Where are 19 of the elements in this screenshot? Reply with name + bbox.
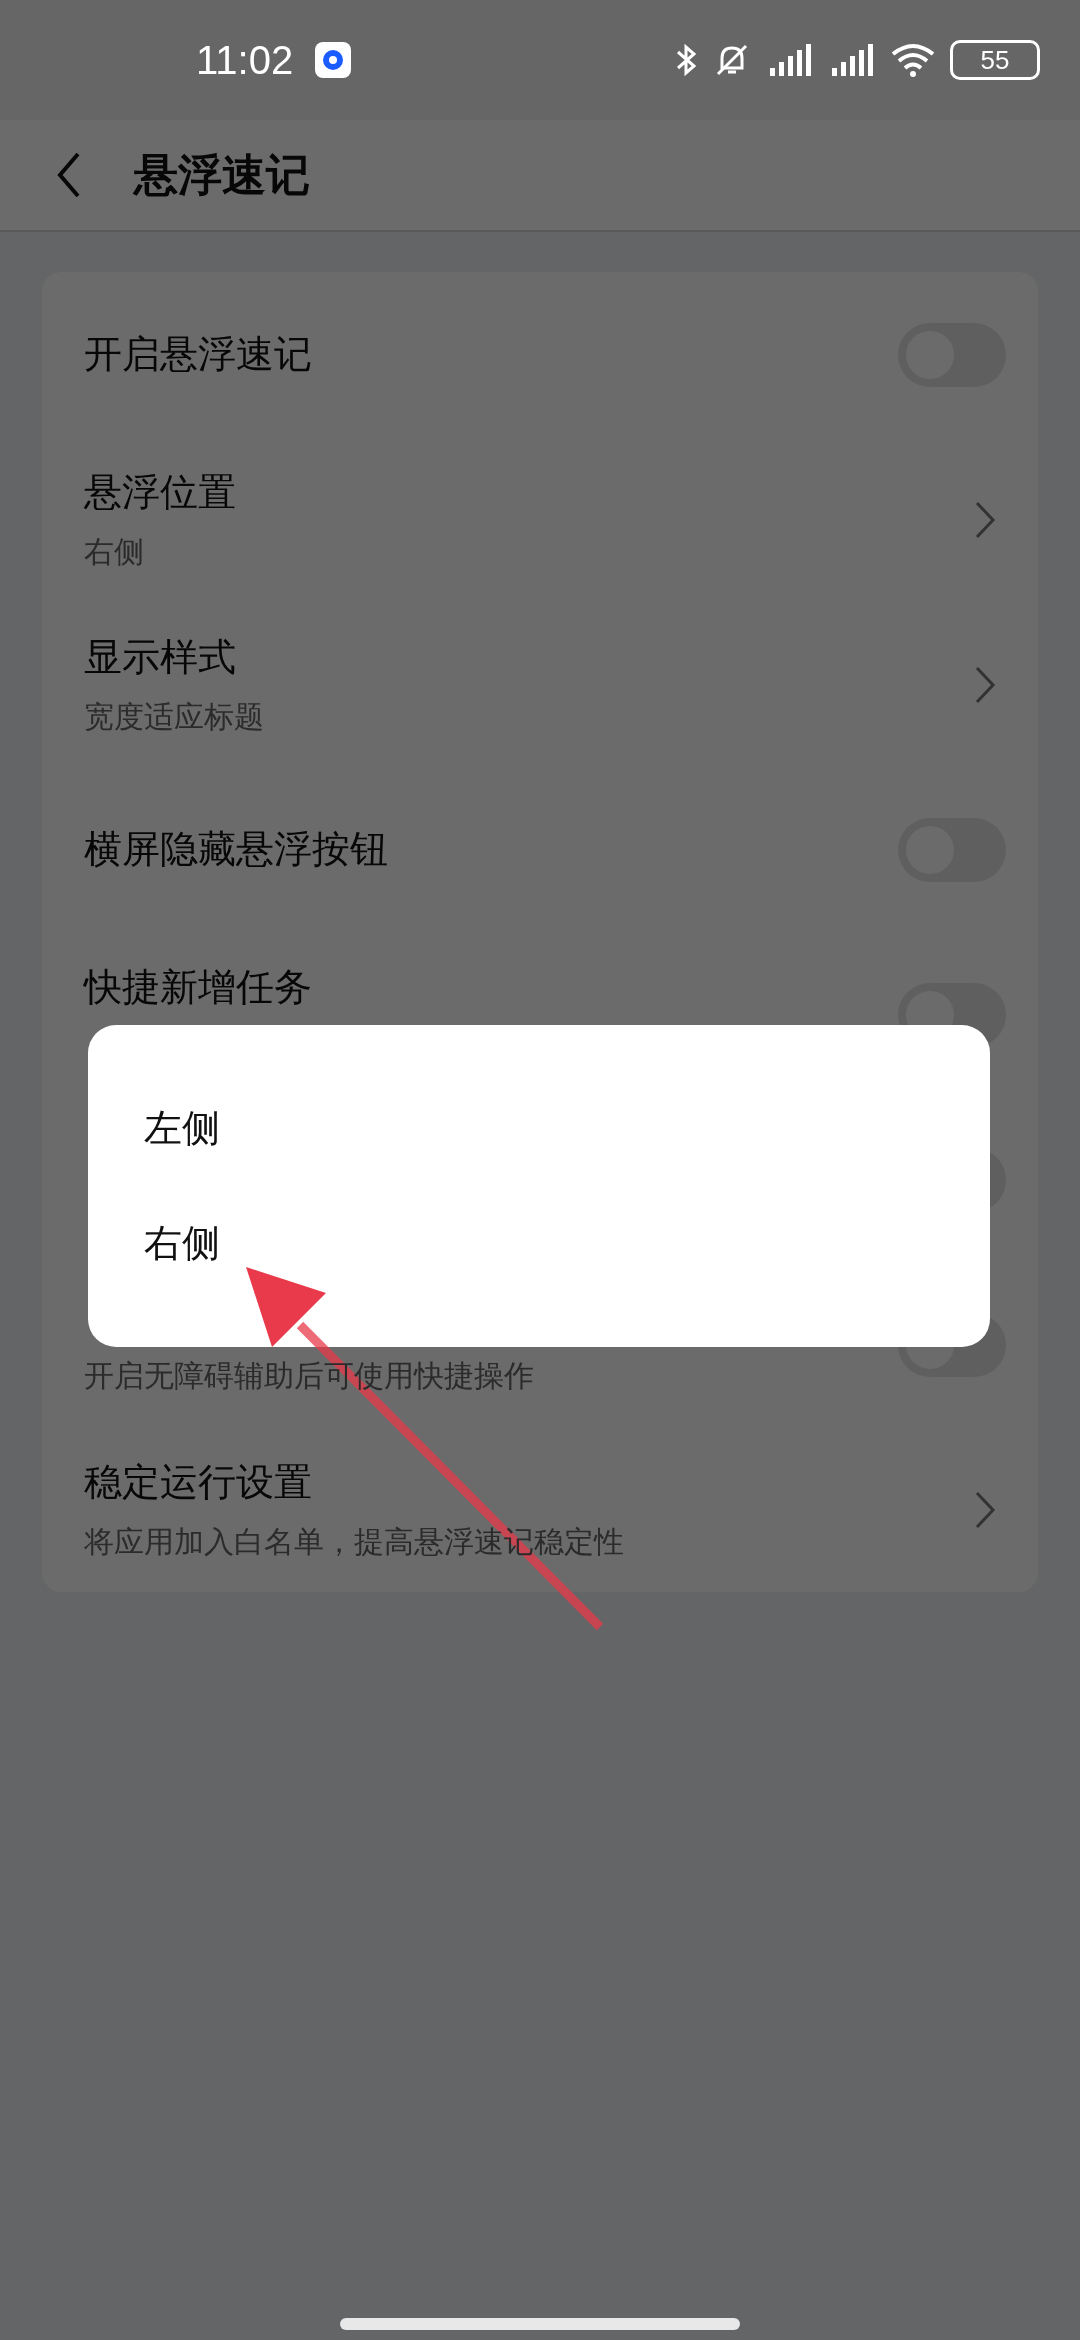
page-title: 悬浮速记 [134,147,310,202]
bluetooth-icon [674,42,698,78]
battery-icon: 55 [950,40,1040,80]
setting-title: 开启悬浮速记 [84,331,313,378]
setting-title: 稳定运行设置 [84,1458,313,1506]
setting-title: 快捷新增任务 [84,964,313,1011]
chevron-right-icon [974,664,996,705]
setting-subtitle: 宽度适应标题 [84,697,265,736]
app-notification-icon [315,42,352,78]
setting-subtitle: 右侧 [84,532,145,571]
chevron-right-icon [974,499,996,540]
option-item[interactable]: 左侧 [144,1103,220,1154]
setting-title: 横屏隐藏悬浮按钮 [84,826,389,873]
setting-title: 显示样式 [84,633,237,681]
chevron-right-icon [974,1489,996,1530]
setting-title: 悬浮位置 [84,468,237,516]
option-item[interactable]: 右侧 [144,1218,220,1269]
status-time: 11:02 [196,37,294,83]
wifi-icon [890,42,936,78]
